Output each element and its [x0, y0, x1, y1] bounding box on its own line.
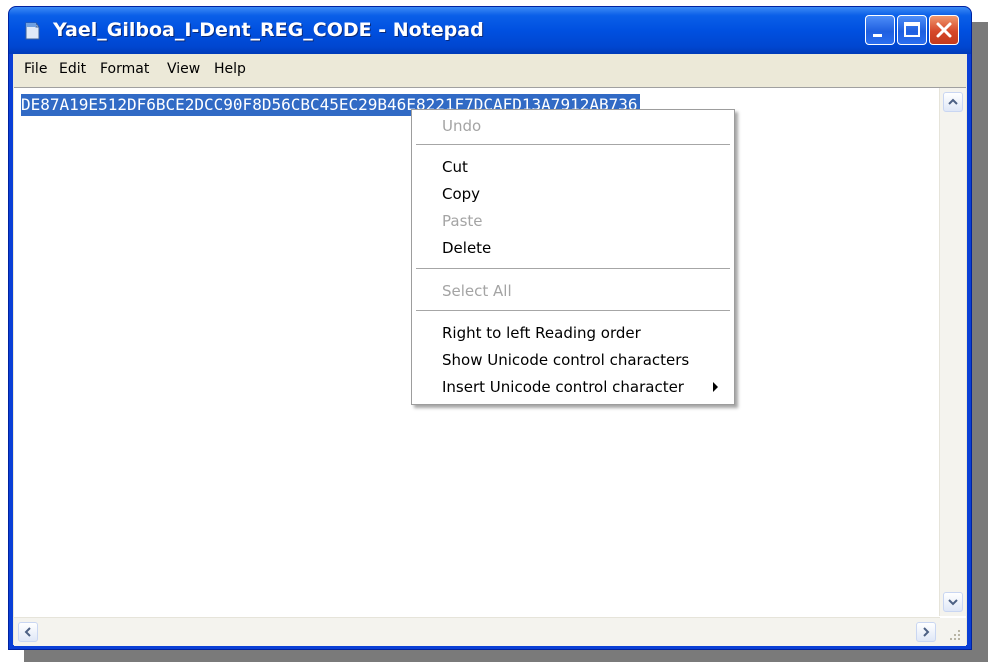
chevron-down-icon: [948, 599, 958, 606]
context-rtl-reading-order[interactable]: Right to left Reading order: [442, 321, 641, 345]
menu-help[interactable]: Help: [214, 60, 246, 78]
resize-grip[interactable]: [940, 618, 966, 646]
context-show-unicode-chars[interactable]: Show Unicode control characters: [442, 348, 689, 372]
minimize-icon: [873, 34, 882, 37]
vertical-scrollbar[interactable]: [939, 88, 966, 616]
chevron-up-icon: [948, 98, 958, 105]
menu-view[interactable]: View: [167, 60, 200, 78]
menu-separator: [416, 144, 730, 145]
context-paste[interactable]: Paste: [442, 209, 483, 233]
close-button[interactable]: [929, 15, 959, 45]
context-cut[interactable]: Cut: [442, 155, 468, 179]
scroll-left-button[interactable]: [18, 622, 38, 642]
scroll-down-button[interactable]: [943, 592, 963, 612]
maximize-icon: [904, 22, 920, 37]
close-icon: [936, 22, 952, 38]
chevron-left-icon: [24, 627, 31, 637]
menu-separator: [416, 310, 730, 311]
resize-grip-icon: [950, 630, 960, 640]
context-insert-unicode-char[interactable]: Insert Unicode control character: [442, 375, 684, 399]
menu-bar: File Edit Format View Help: [13, 54, 967, 84]
chevron-right-icon: [923, 627, 930, 637]
notepad-icon: [23, 21, 43, 41]
context-delete[interactable]: Delete: [442, 236, 491, 260]
submenu-arrow-icon: [713, 382, 718, 392]
minimize-button[interactable]: [865, 15, 895, 45]
context-copy[interactable]: Copy: [442, 182, 480, 206]
scroll-up-button[interactable]: [943, 92, 963, 112]
context-menu: Undo Cut Copy Paste Delete Select All Ri…: [411, 109, 735, 405]
context-undo[interactable]: Undo: [442, 114, 481, 138]
menu-separator: [416, 268, 730, 269]
window-title: Yael_Gilboa_I-Dent_REG_CODE - Notepad: [53, 19, 484, 41]
scroll-right-button[interactable]: [916, 622, 936, 642]
title-bar[interactable]: Yael_Gilboa_I-Dent_REG_CODE - Notepad: [9, 7, 971, 54]
menu-edit[interactable]: Edit: [59, 60, 86, 78]
menu-format[interactable]: Format: [100, 60, 149, 78]
context-select-all[interactable]: Select All: [442, 279, 512, 303]
horizontal-scrollbar[interactable]: [14, 617, 940, 646]
maximize-button[interactable]: [897, 15, 927, 45]
menu-file[interactable]: File: [24, 60, 47, 78]
